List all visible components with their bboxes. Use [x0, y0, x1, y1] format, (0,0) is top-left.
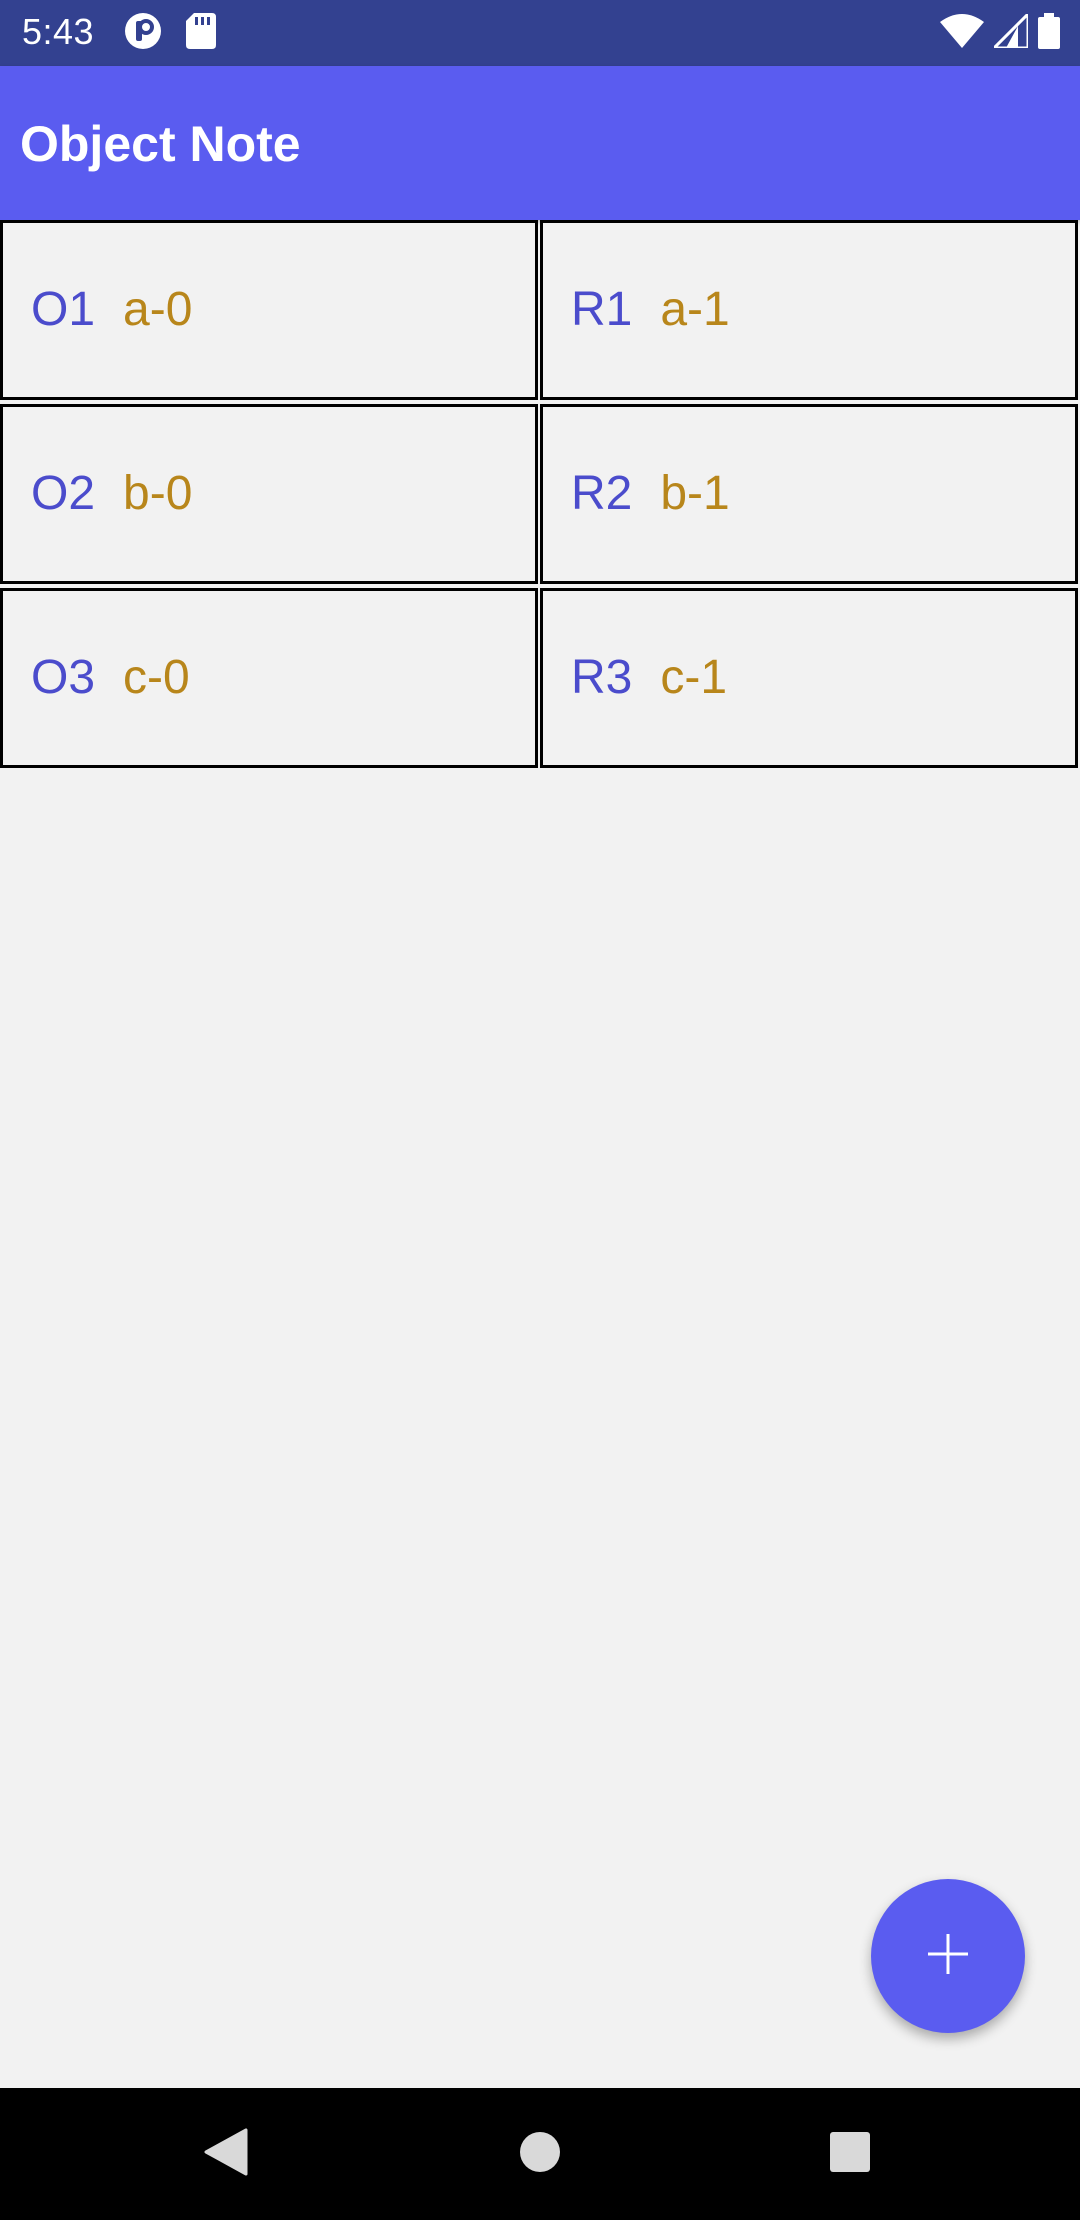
note-id: O3: [31, 651, 96, 704]
note-id: R3: [571, 651, 633, 704]
note-cell-r1[interactable]: R1 a-1: [540, 220, 1078, 400]
recents-icon: [829, 2131, 871, 2178]
note-id: R1: [571, 283, 633, 336]
nav-back-button[interactable]: [190, 2118, 262, 2190]
back-icon: [204, 2128, 248, 2181]
nav-bar: [0, 2088, 1080, 2220]
note-id: O1: [31, 283, 96, 336]
status-right-icons: [940, 9, 1060, 54]
status-time: 5:43: [22, 11, 95, 52]
note-cell-o2[interactable]: O2 b-0: [0, 404, 538, 584]
note-cell-r2[interactable]: R2 b-1: [540, 404, 1078, 584]
status-left-icons: [124, 12, 216, 55]
note-value: b-0: [123, 467, 193, 520]
note-value: c-1: [660, 651, 728, 704]
plus-icon: [928, 1933, 968, 1979]
nav-recents-button[interactable]: [814, 2118, 886, 2190]
battery-icon: [1038, 12, 1060, 54]
home-icon: [519, 2131, 561, 2178]
app-title: Object Note: [20, 116, 301, 172]
app-bar: Object Note: [0, 66, 1080, 220]
sd-card-icon: [186, 12, 216, 54]
note-id: O2: [31, 467, 96, 520]
status-bar: 5:43: [0, 0, 1080, 66]
note-cell-r3[interactable]: R3 c-1: [540, 588, 1078, 768]
signal-icon: [990, 9, 1030, 53]
note-id: R2: [571, 467, 633, 520]
nav-home-button[interactable]: [504, 2118, 576, 2190]
note-value: b-1: [660, 467, 730, 520]
wifi-icon: [940, 13, 984, 53]
note-value: a-1: [660, 283, 730, 336]
note-value: c-0: [123, 651, 190, 704]
note-value: a-0: [123, 283, 193, 336]
notification-app-icon: [124, 12, 162, 55]
add-note-button[interactable]: [871, 1879, 1025, 2033]
note-cell-o3[interactable]: O3 c-0: [0, 588, 538, 768]
note-cell-o1[interactable]: O1 a-0: [0, 220, 538, 400]
